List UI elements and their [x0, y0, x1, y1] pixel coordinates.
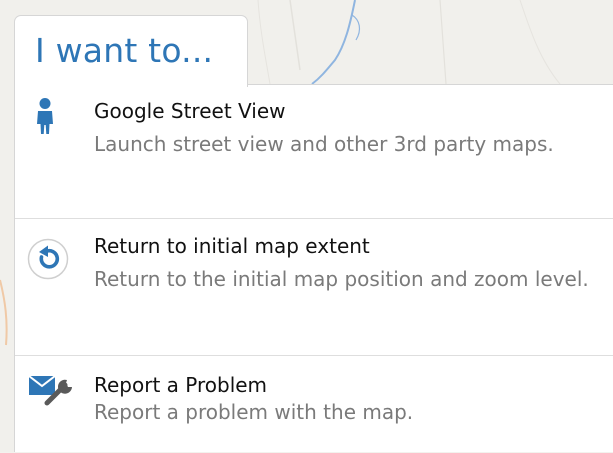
- i-want-to-title: I want to...: [35, 31, 214, 70]
- street-view-person-icon: [27, 97, 67, 137]
- menu-item-google-street-view[interactable]: Google Street View Launch street view an…: [15, 85, 613, 219]
- menu-item-description: Launch street view and other 3rd party m…: [94, 132, 554, 156]
- menu-item-description: Report a problem with the map.: [94, 400, 414, 424]
- menu-item-title: Google Street View: [94, 99, 286, 123]
- menu-item-report-problem[interactable]: Report a Problem Report a problem with t…: [15, 356, 613, 453]
- menu-item-return-initial-extent[interactable]: Return to initial map extent Return to t…: [15, 219, 613, 356]
- i-want-to-menu: Google Street View Launch street view an…: [14, 84, 613, 452]
- report-problem-icon: [27, 370, 72, 410]
- menu-item-title: Return to initial map extent: [94, 234, 370, 258]
- menu-item-description: Return to the initial map position and z…: [94, 267, 589, 291]
- i-want-to-tab[interactable]: I want to...: [14, 15, 248, 87]
- return-extent-icon: [27, 237, 69, 280]
